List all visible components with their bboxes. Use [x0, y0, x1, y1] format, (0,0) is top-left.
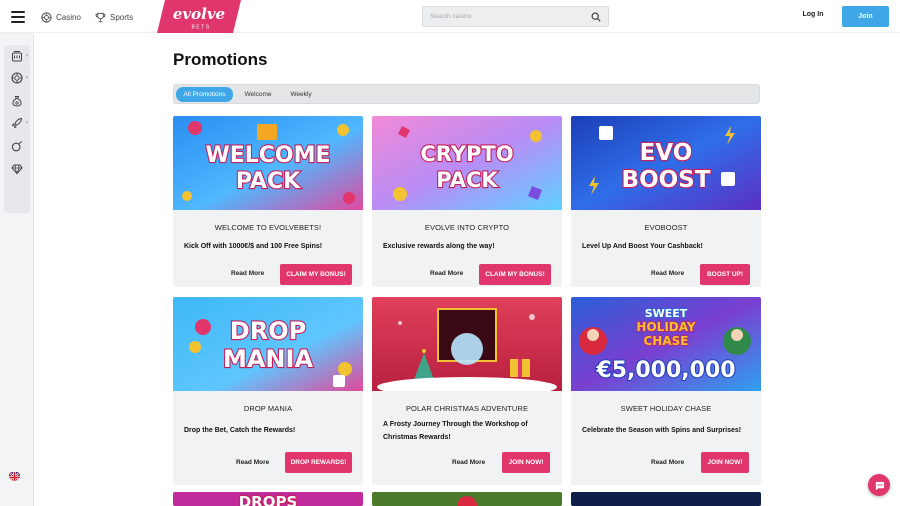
nav-casino-label: Casino	[56, 12, 81, 22]
sidebar-item-vip[interactable]	[4, 158, 30, 180]
tab-welcome[interactable]: Welcome	[237, 87, 279, 102]
chevron-right-icon: ›	[26, 120, 28, 126]
promo-banner-drop-mania[interactable]: DROP MANIA	[173, 297, 363, 391]
read-more-link[interactable]: Read More	[430, 270, 463, 277]
search-bar[interactable]	[422, 6, 609, 27]
sidebar-item-crash[interactable]: ›	[4, 112, 30, 134]
banner-line-1: EVO	[640, 140, 693, 166]
promo-title: SWEET HOLIDAY CHASE	[620, 404, 712, 413]
read-more-link[interactable]: Read More	[231, 270, 264, 277]
join-now-button[interactable]: JOIN NOW!	[701, 452, 749, 473]
promo-title: EVOBOOST	[644, 223, 688, 232]
banner-line-1: DROPS	[239, 493, 298, 506]
nav-sports-label: Sports	[110, 12, 134, 22]
promo-description: Kick Off with 1000€/$ and 100 Free Spins…	[184, 243, 323, 250]
read-more-link[interactable]: Read More	[452, 459, 485, 466]
banner-line-3: CHASE	[644, 334, 689, 348]
tab-all-promotions[interactable]: All Promotions	[176, 87, 233, 102]
drop-rewards-button[interactable]: DROP REWARDS!	[285, 452, 352, 473]
claim-bonus-button[interactable]: CLAIM MY BONUS!	[280, 264, 352, 285]
search-input[interactable]	[423, 13, 583, 20]
join-now-button[interactable]: JOIN NOW!	[502, 452, 550, 473]
claim-bonus-button[interactable]: CLAIM MY BONUS!	[479, 264, 551, 285]
rocket-icon	[11, 117, 23, 129]
poker-chip-icon	[11, 72, 23, 84]
diamond-icon	[11, 164, 23, 175]
promo-title: POLAR CHRISTMAS ADVENTURE	[405, 404, 529, 413]
poker-chip-icon	[41, 11, 52, 23]
chat-button[interactable]	[868, 474, 890, 496]
promo-card-sweet-holiday-chase: SWEET HOLIDAY CHASE €5,000,000 SWEET HOL…	[571, 297, 761, 485]
boost-up-button[interactable]: BOOST UP!	[700, 264, 750, 285]
banner-line-2: BOOST	[622, 167, 711, 193]
banner-line-2: PACK	[436, 168, 498, 192]
promo-card-polar-christmas: POLAR CHRISTMAS ADVENTURE A Frosty Journ…	[372, 297, 562, 485]
promo-title: EVOLVE INTO CRYPTO	[424, 223, 510, 232]
promo-description: Drop the Bet, Catch the Rewards!	[184, 427, 296, 434]
sidebar-category-panel: › › ›	[4, 45, 30, 213]
slot-machine-icon	[12, 51, 22, 62]
sidebar-item-jackpots[interactable]	[4, 90, 30, 112]
banner-line-2: PACK	[236, 169, 301, 194]
hamburger-menu-icon[interactable]	[11, 11, 25, 23]
promo-card-drops[interactable]: DROPS	[173, 492, 363, 506]
evolvebets-logo[interactable]: evolve BETS	[157, 0, 241, 33]
promo-banner-polar-christmas[interactable]	[372, 297, 562, 391]
promo-description: A Frosty Journey Through the Workshop of…	[383, 421, 528, 441]
sidebar-item-slots[interactable]: ›	[4, 45, 30, 67]
join-button[interactable]: Join	[842, 6, 889, 27]
promo-card-drop-mania: DROP MANIA DROP MANIA Drop the Bet, Catc…	[173, 297, 363, 485]
banner-line-1: DROP	[230, 317, 306, 345]
uk-flag-icon[interactable]	[9, 470, 20, 481]
nav-casino[interactable]: Casino	[41, 10, 81, 24]
promo-banner-crypto-pack[interactable]: CRYPTO PACK	[372, 116, 562, 210]
banner-line-1: WELCOME	[205, 143, 330, 168]
logo-sub: BETS	[191, 25, 210, 31]
promo-card-crypto: CRYPTO PACK EVOLVE INTO CRYPTO Exclusive…	[372, 116, 562, 287]
read-more-link[interactable]: Read More	[651, 270, 684, 277]
promo-card-next[interactable]	[372, 492, 562, 506]
promo-description: Level Up And Boost Your Cashback!	[582, 243, 703, 250]
login-button[interactable]: Log In	[795, 11, 831, 18]
promo-description: Exclusive rewards along the way!	[383, 243, 495, 250]
banner-line-4: €5,000,000	[595, 358, 735, 383]
logo-word: evolve	[173, 5, 225, 23]
chat-bubble-icon	[875, 481, 884, 490]
promo-banner-welcome-pack[interactable]: WELCOME PACK	[173, 116, 363, 210]
page-title: Promotions	[173, 50, 268, 69]
promo-banner-sweet-holiday-chase[interactable]: SWEET HOLIDAY CHASE €5,000,000	[571, 297, 761, 391]
sidebar-item-mines[interactable]	[4, 135, 30, 157]
sidebar-item-table-games[interactable]: ›	[4, 67, 30, 89]
tab-weekly[interactable]: Weekly	[283, 87, 319, 102]
search-icon[interactable]	[591, 12, 601, 22]
left-sidebar: › › ›	[0, 33, 34, 506]
promotion-filter-tabs: All Promotions Welcome Weekly	[173, 84, 760, 104]
chevron-right-icon: ›	[26, 75, 28, 81]
promo-title: WELCOME TO EVOLVEBETS!	[214, 223, 322, 232]
read-more-link[interactable]: Read More	[651, 459, 684, 466]
read-more-link[interactable]: Read More	[236, 459, 269, 466]
promo-card-welcome: WELCOME PACK WELCOME TO EVOLVEBETS! Kick…	[173, 116, 363, 287]
top-header: Casino Sports evolve BETS Log In Join	[0, 0, 900, 33]
bomb-icon	[11, 141, 23, 152]
banner-line-2: MANIA	[223, 345, 313, 373]
chevron-right-icon: ›	[26, 53, 28, 59]
banner-line-1: SWEET	[645, 307, 688, 320]
promo-banner-evo-boost[interactable]: EVO BOOST	[571, 116, 761, 210]
banner-line-2: HOLIDAY	[636, 320, 695, 334]
banner-line-1: CRYPTO	[420, 142, 513, 166]
nav-sports[interactable]: Sports	[95, 10, 133, 24]
promo-card-next-2[interactable]	[571, 492, 761, 506]
trophy-icon	[95, 12, 106, 22]
promo-title: DROP MANIA	[243, 404, 293, 413]
promo-card-evoboost: EVO BOOST EVOBOOST Level Up And Boost Yo…	[571, 116, 761, 287]
promo-description: Celebrate the Season with Spins and Surp…	[582, 427, 742, 434]
money-bag-icon	[12, 96, 22, 107]
